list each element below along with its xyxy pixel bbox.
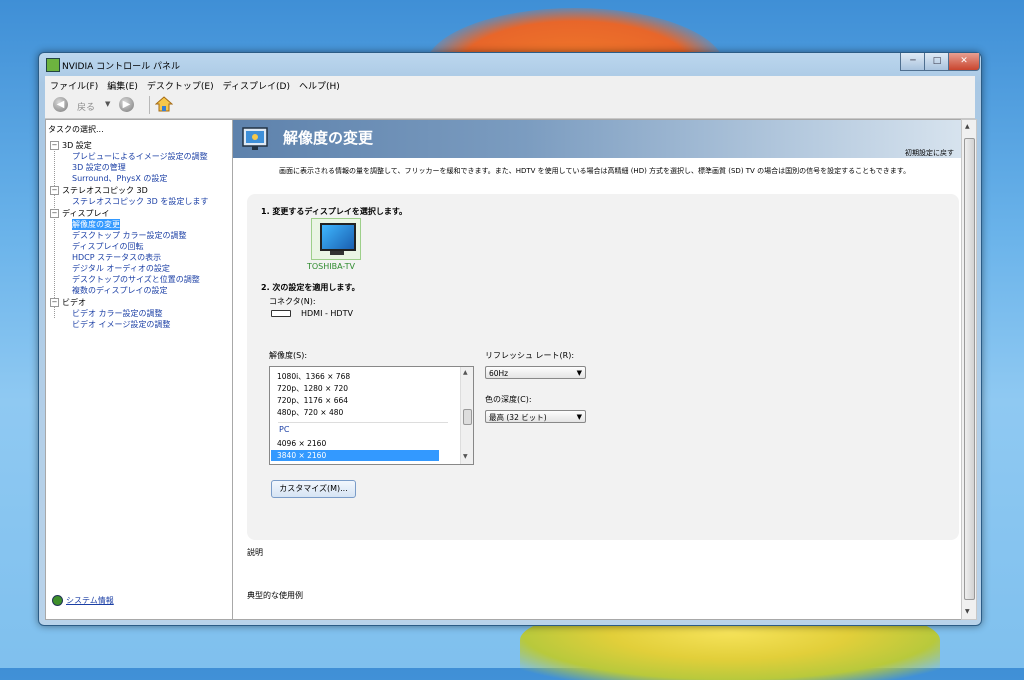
refresh-rate-label: リフレッシュ レート(R): — [485, 351, 575, 360]
tree-category-display[interactable]: − ディスプレイ — [50, 208, 109, 219]
list-item-selected[interactable]: 3840 × 2160 — [277, 451, 326, 460]
tree-item[interactable]: ディスプレイの回転 — [72, 241, 143, 252]
list-item[interactable]: 480p、720 × 480 — [277, 407, 343, 418]
tree-item[interactable]: Surround、PhysX の設定 — [72, 173, 167, 184]
collapse-icon[interactable]: − — [50, 298, 59, 307]
close-button[interactable]: ✕ — [948, 53, 980, 71]
task-select-label: タスクの選択... — [48, 125, 104, 134]
restore-defaults-link[interactable]: 初期設定に戻す — [905, 148, 954, 158]
history-dropdown-icon[interactable]: ▼ — [105, 100, 110, 108]
nvidia-app-icon — [46, 58, 60, 72]
home-icon[interactable] — [155, 96, 173, 112]
collapse-icon[interactable]: − — [50, 209, 59, 218]
display-name[interactable]: TOSHIBA-TV — [307, 262, 355, 271]
tree-item[interactable]: 3D 設定の管理 — [72, 162, 126, 173]
display-settings-icon — [242, 127, 268, 150]
hdmi-icon — [271, 310, 291, 317]
tree-item[interactable]: ビデオ イメージ設定の調整 — [72, 319, 170, 330]
refresh-rate-select[interactable]: 60Hz ▼ — [485, 366, 586, 379]
list-group-pc: PC — [279, 425, 290, 434]
tree-item[interactable]: ビデオ カラー設定の調整 — [72, 308, 163, 319]
resolution-label: 解像度(S): — [269, 351, 308, 360]
list-separator — [278, 422, 448, 423]
scroll-thumb[interactable] — [964, 138, 975, 600]
chevron-down-icon: ▼ — [576, 413, 582, 421]
resolution-listbox[interactable]: 1080i、1366 × 768 720p、1280 × 720 720p、11… — [269, 366, 474, 465]
tree-item[interactable]: プレビューによるイメージ設定の調整 — [72, 151, 208, 162]
tv-stand — [330, 251, 344, 255]
usage-heading: 典型的な使用例 — [247, 591, 303, 600]
back-label[interactable]: 戻る — [77, 100, 95, 113]
title-bar[interactable]: NVIDIA コントロール パネル ─ □ ✕ — [39, 53, 981, 75]
tv-icon — [320, 223, 356, 251]
listbox-scrollbar[interactable]: ▲ ▼ — [460, 367, 473, 464]
tree-item[interactable]: デスクトップ カラー設定の調整 — [72, 230, 187, 241]
connector-label: コネクタ(N): — [269, 297, 316, 306]
menu-help[interactable]: ヘルプ(H) — [294, 76, 344, 92]
scroll-up-icon[interactable]: ▲ — [463, 369, 468, 376]
window-title: NVIDIA コントロール パネル — [62, 62, 181, 72]
system-info-icon — [52, 595, 63, 606]
minimize-button[interactable]: ─ — [900, 53, 926, 71]
tree-category-video[interactable]: − ビデオ — [50, 297, 86, 308]
scroll-down-icon[interactable]: ▼ — [463, 453, 468, 460]
menu-desktop[interactable]: デスクトップ(E) — [142, 76, 218, 92]
scroll-thumb[interactable] — [463, 409, 472, 425]
description-heading: 説明 — [247, 548, 263, 557]
tree-item[interactable]: 複数のディスプレイの設定 — [72, 285, 167, 296]
collapse-icon[interactable]: − — [50, 186, 59, 195]
display-tile[interactable] — [311, 218, 361, 260]
content-scrollbar[interactable]: ▲ ▼ — [961, 119, 977, 620]
scroll-down-icon[interactable]: ▼ — [965, 608, 970, 615]
toolbar-separator — [149, 96, 150, 114]
tree-item-selected[interactable]: 解像度の変更 — [72, 219, 120, 230]
maximize-button[interactable]: □ — [924, 53, 950, 71]
tree-category-3d[interactable]: −3D 設定 — [50, 140, 92, 151]
list-item[interactable]: 720p、1280 × 720 — [277, 383, 348, 394]
tree-item[interactable]: ステレオスコピック 3D を設定します — [72, 196, 208, 207]
task-tree-panel: タスクの選択... −3D 設定 プレビューによるイメージ設定の調整 3D 設定… — [45, 119, 233, 620]
list-item[interactable]: 1080i、1366 × 768 — [277, 371, 350, 382]
list-item[interactable]: 4096 × 2160 — [277, 439, 326, 448]
tree-item[interactable]: デジタル オーディオの設定 — [72, 263, 170, 274]
tree-item[interactable]: HDCP ステータスの表示 — [72, 252, 161, 263]
customize-button[interactable]: カスタマイズ(M)... — [271, 480, 356, 498]
step-2-heading: 2. 次の設定を適用します。 — [261, 283, 360, 292]
tree-item[interactable]: デスクトップのサイズと位置の調整 — [72, 274, 200, 285]
menu-edit[interactable]: 編集(E) — [102, 76, 142, 92]
settings-panel: 1. 変更するディスプレイを選択します。 TOSHIBA-TV 2. 次の設定を… — [247, 194, 959, 540]
menu-bar: ファイル(F) 編集(E) デスクトップ(E) ディスプレイ(D) ヘルプ(H) — [45, 76, 975, 92]
page-banner: 解像度の変更 初期設定に戻す — [233, 120, 962, 158]
intro-text: 画面に表示される情報の量を調整して、フリッカーを緩和できます。また、HDTV を… — [279, 167, 911, 175]
collapse-icon[interactable]: − — [50, 141, 59, 150]
toolbar: ◀ 戻る ▼ ▶ — [45, 92, 975, 119]
page-title: 解像度の変更 — [283, 129, 374, 147]
back-arrow-icon[interactable]: ◀ — [53, 97, 68, 112]
tree-category-stereo[interactable]: − ステレオスコピック 3D — [50, 185, 148, 196]
step-1-heading: 1. 変更するディスプレイを選択します。 — [261, 207, 408, 216]
list-item[interactable]: 720p、1176 × 664 — [277, 395, 348, 406]
forward-arrow-icon[interactable]: ▶ — [119, 97, 134, 112]
content-pane: 解像度の変更 初期設定に戻す 画面に表示される情報の量を調整して、フリッカーを緩… — [232, 119, 963, 620]
scroll-up-icon[interactable]: ▲ — [965, 123, 970, 130]
menu-file[interactable]: ファイル(F) — [45, 76, 102, 92]
connector-value: HDMI - HDTV — [301, 309, 353, 318]
nvidia-control-panel-window: NVIDIA コントロール パネル ─ □ ✕ ファイル(F) 編集(E) デスクト… — [38, 52, 982, 626]
chevron-down-icon: ▼ — [576, 369, 582, 377]
system-info-link[interactable]: システム情報 — [52, 595, 114, 606]
menu-display[interactable]: ディスプレイ(D) — [218, 76, 294, 92]
color-depth-select[interactable]: 最高 (32 ビット) ▼ — [485, 410, 586, 423]
color-depth-label: 色の深度(C): — [485, 395, 532, 404]
